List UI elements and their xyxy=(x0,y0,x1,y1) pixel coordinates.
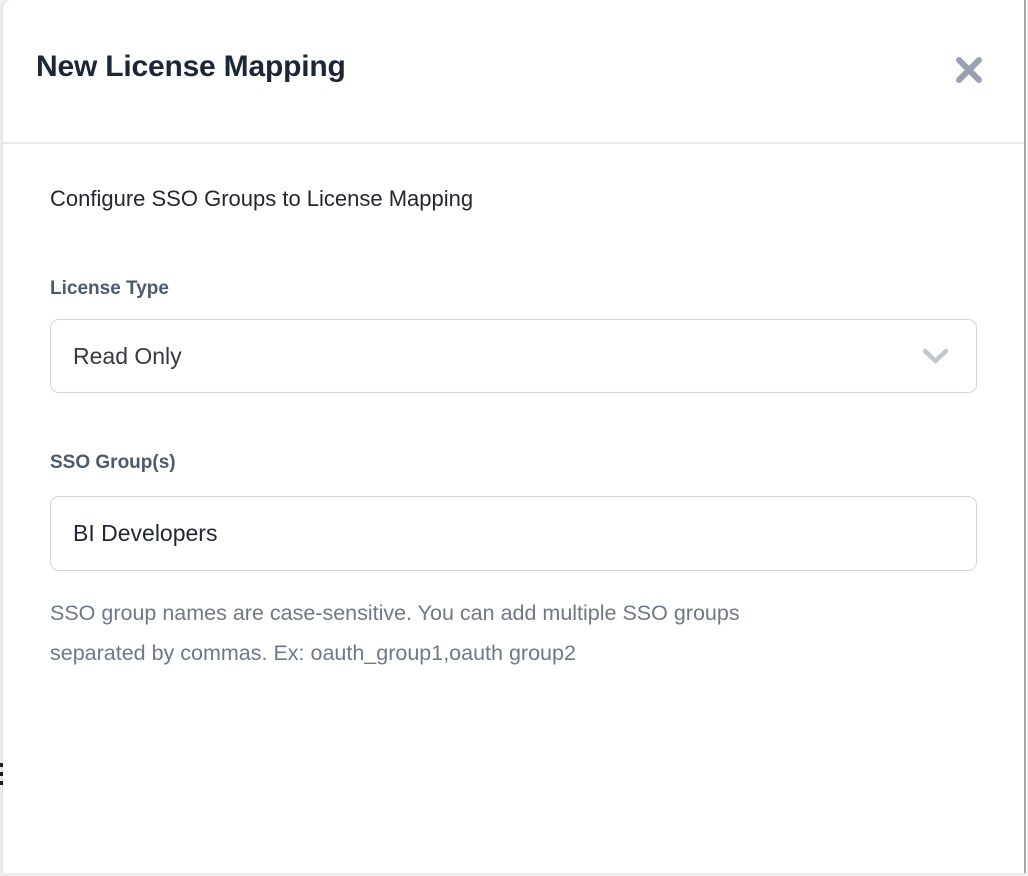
sso-groups-helper-text: SSO group names are case-sensitive. You … xyxy=(50,593,977,673)
close-button[interactable] xyxy=(952,53,986,87)
dialog-title: New License Mapping xyxy=(36,50,346,84)
screen: New License Mapping Configure SSO Groups… xyxy=(0,0,1028,876)
dialog-body: Configure SSO Groups to License Mapping … xyxy=(3,144,1024,673)
window-right-edge xyxy=(1024,0,1027,876)
dialog-description: Configure SSO Groups to License Mapping xyxy=(50,185,977,213)
sso-groups-input[interactable] xyxy=(50,496,977,571)
helper-text-line: separated by commas. Ex: oauth_group1,oa… xyxy=(50,633,977,673)
chevron-down-icon xyxy=(922,348,949,364)
close-x-icon xyxy=(954,55,984,85)
dialog-header: New License Mapping xyxy=(3,0,1024,144)
license-type-select[interactable]: Read Only xyxy=(50,319,977,393)
license-type-label: License Type xyxy=(50,277,977,301)
new-license-mapping-dialog: New License Mapping Configure SSO Groups… xyxy=(3,0,1024,873)
sso-groups-label: SSO Group(s) xyxy=(50,451,977,475)
helper-text-line: SSO group names are case-sensitive. You … xyxy=(50,593,977,633)
license-type-selected-value: Read Only xyxy=(51,343,182,370)
